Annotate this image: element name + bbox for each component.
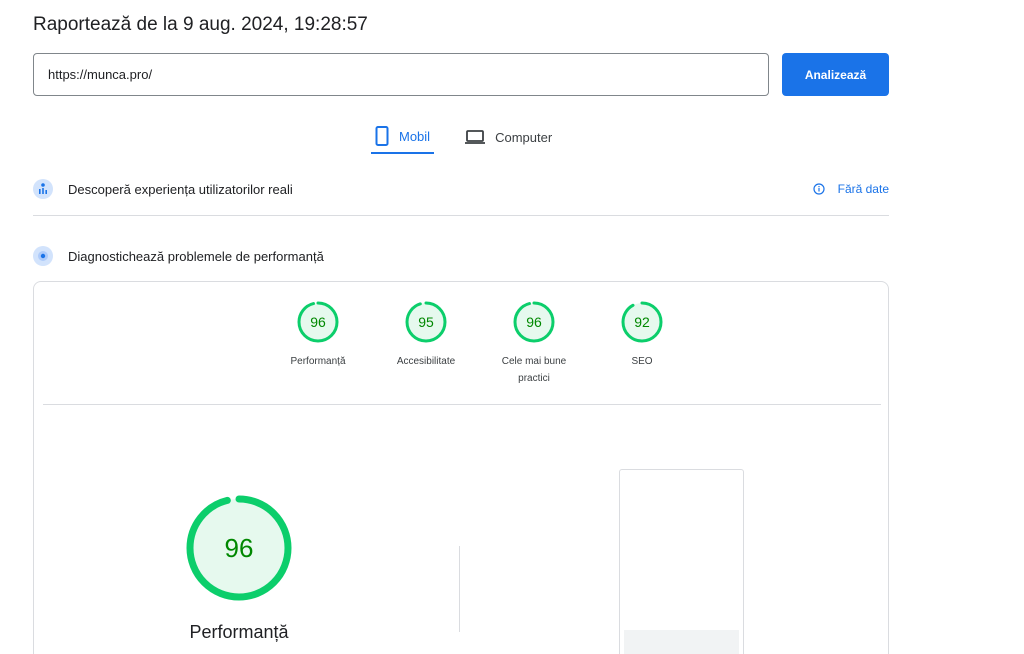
score-gauge: 95 (405, 301, 447, 343)
gauge-label: Performanță (290, 356, 346, 367)
screenshot-content (624, 630, 739, 654)
info-icon (813, 183, 825, 195)
main-score-gauge: 96 (186, 495, 292, 601)
page-screenshot-thumbnail[interactable] (619, 469, 744, 654)
section-divider (33, 215, 889, 216)
diagnose-icon (33, 246, 53, 266)
main-score-label: Performanță (189, 622, 289, 642)
scores-card: 96 Performanță 95 Accesibilitate 96 Cele… (33, 281, 889, 654)
url-input[interactable] (33, 53, 769, 96)
vertical-divider (459, 546, 460, 632)
card-divider (43, 404, 881, 405)
users-chart-icon (33, 179, 53, 199)
gauge-score-value: 96 (310, 314, 326, 330)
score-gauges: 96 Performanță 95 Accesibilitate 96 Cele… (264, 300, 696, 387)
tab-computer[interactable]: Computer (461, 120, 556, 154)
report-title: Raportează de la 9 aug. 2024, 19:28:57 (33, 14, 368, 35)
field-data-section: Descoperă experiența utilizatorilor real… (33, 178, 889, 200)
score-gauge: 96 (513, 301, 555, 343)
field-data-label: Descoperă experiența utilizatorilor real… (68, 181, 293, 197)
lab-data-section: Diagnostichează problemele de performanț… (33, 245, 889, 267)
analyze-button[interactable]: Analizează (782, 53, 889, 96)
score-gauge: 92 (621, 301, 663, 343)
gauge-accessibility[interactable]: 95 Accesibilitate (372, 300, 480, 387)
gauge-score-value: 96 (526, 314, 542, 330)
tab-mobile-label: Mobil (399, 128, 431, 144)
tab-computer-label: Computer (495, 129, 553, 145)
gauge-label: Accesibilitate (396, 356, 456, 367)
gauge-label: Cele mai bune practici (501, 356, 567, 384)
lab-data-label: Diagnostichează problemele de performanț… (68, 248, 324, 264)
gauge-seo[interactable]: 92 SEO (588, 300, 696, 387)
gauge-label: SEO (631, 356, 653, 367)
gauge-score-value: 95 (418, 314, 434, 330)
no-data-link[interactable]: Fără date (813, 182, 889, 196)
gauge-score-value: 92 (634, 314, 650, 330)
device-tabs: Mobil Computer (371, 120, 556, 156)
pagespeed-report-page: Raportează de la 9 aug. 2024, 19:28:57 A… (0, 0, 1024, 654)
no-data-label: Fără date (837, 182, 889, 196)
main-score-value: 96 (225, 533, 254, 563)
laptop-icon (465, 130, 486, 144)
tab-mobile[interactable]: Mobil (371, 120, 435, 154)
phone-icon (375, 126, 389, 146)
gauge-performance[interactable]: 96 Performanță (264, 300, 372, 387)
score-gauge: 96 (297, 301, 339, 343)
gauge-best-practices[interactable]: 96 Cele mai bune practici (480, 300, 588, 387)
